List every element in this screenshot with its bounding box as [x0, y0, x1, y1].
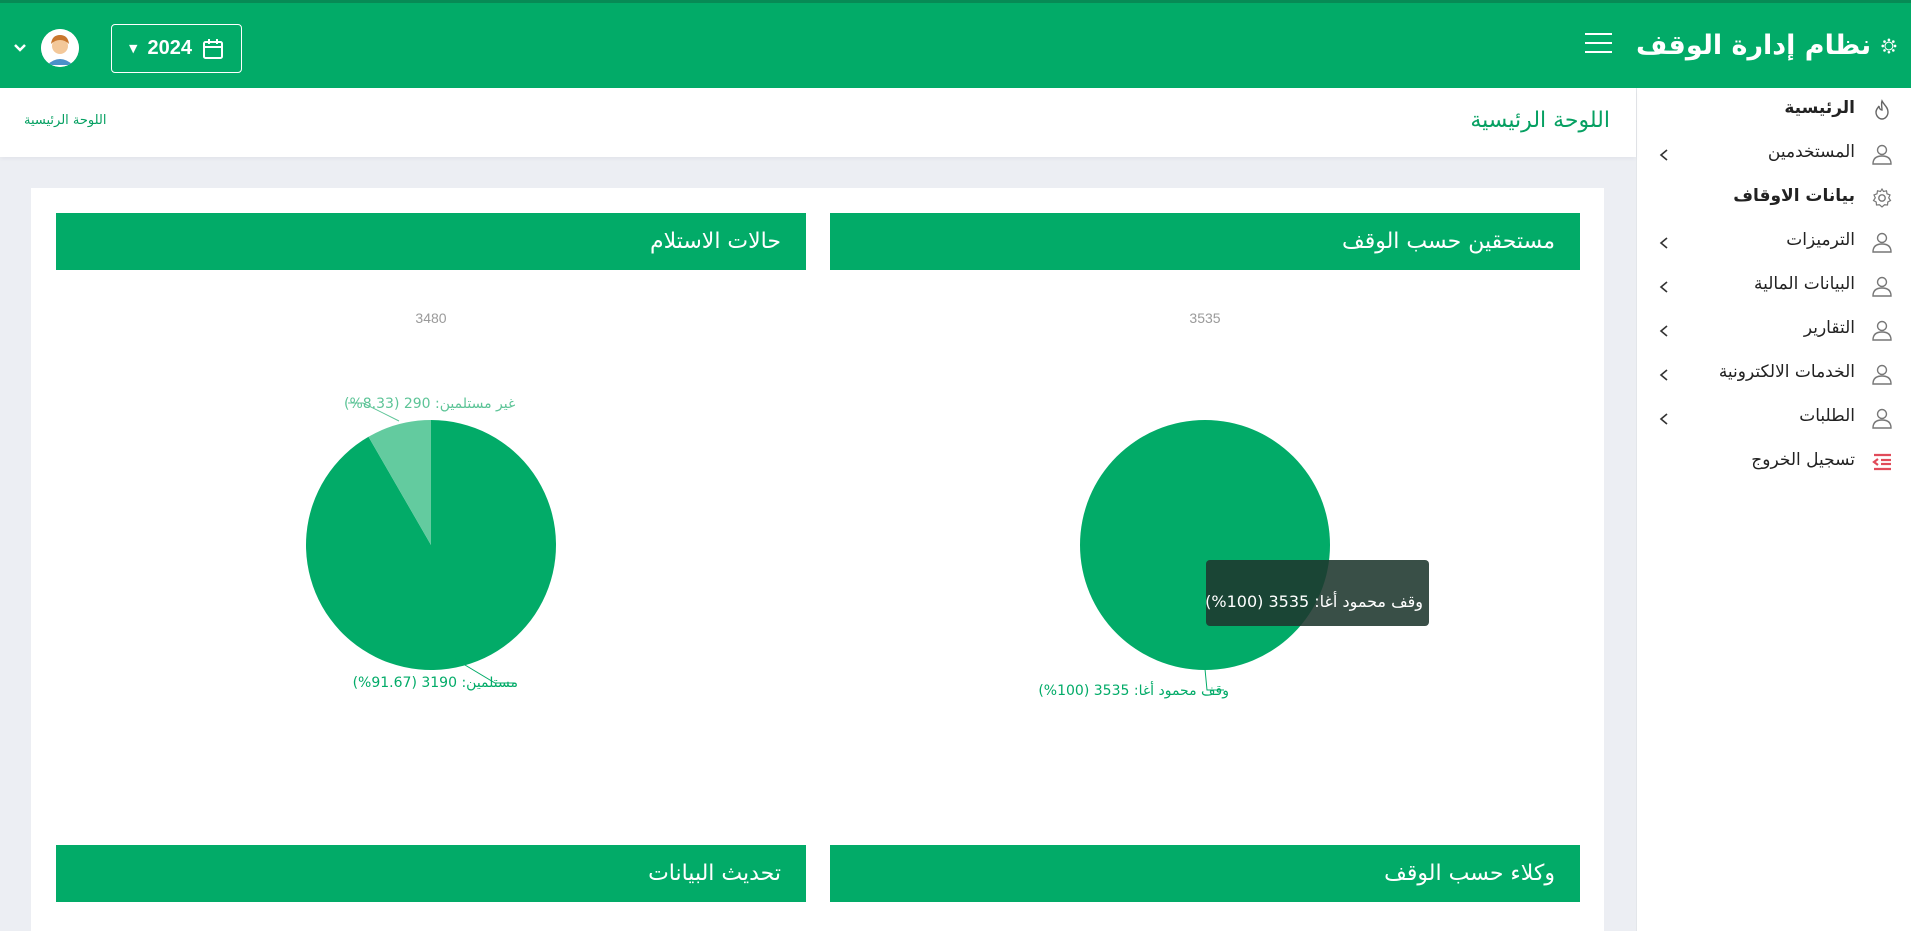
- year-selector[interactable]: ▼ 2024: [111, 24, 242, 73]
- user-icon: [1872, 408, 1892, 429]
- user-icon: [1872, 232, 1892, 253]
- receipt-status-pie-chart[interactable]: 3480 مستلمين: 3190 (91.67%) غير مستلمين:…: [56, 290, 806, 750]
- page-title: اللوحة الرئيسية: [1470, 108, 1610, 133]
- year-value: 2024: [147, 37, 192, 59]
- beneficiaries-pie-chart[interactable]: 3535 وقف محمود أغا: 3535 (100%): [830, 290, 1580, 750]
- top-bar: نظام إدارة الوقف ▼ 2024: [0, 0, 1911, 88]
- chevron-left-icon: [1659, 237, 1668, 249]
- chevron-left-icon: [1659, 149, 1668, 161]
- page-header: اللوحة الرئيسية اللوحة الرئيسية: [0, 88, 1636, 157]
- gear-icon: [1872, 187, 1892, 208]
- chart-total: 3480: [415, 310, 446, 326]
- sidebar-item-label: تسجيل الخروج: [1751, 450, 1855, 470]
- pie-slice-1[interactable]: [1080, 420, 1330, 670]
- logout-icon: [1872, 453, 1891, 471]
- fire-icon: [1875, 99, 1889, 120]
- panel-title: مستحقين حسب الوقف: [1341, 229, 1555, 254]
- user-icon: [1872, 276, 1892, 297]
- chart-tooltip: وقف محمود أغا: 3535 (100%): [1205, 560, 1429, 626]
- user-icon: [1872, 144, 1892, 165]
- avatar[interactable]: [41, 29, 79, 67]
- sidebar: الرئيسية المستخدمين بيانات الاوقاف الترم…: [1636, 88, 1911, 931]
- user-menu[interactable]: [13, 29, 79, 67]
- chevron-left-icon: [1659, 281, 1668, 293]
- slice-label: غير مستلمين: 290 (8.33%): [344, 396, 515, 412]
- chevron-left-icon: [1659, 413, 1668, 425]
- panel-title: تحديث البيانات: [648, 861, 781, 886]
- sidebar-item-label: الطلبات: [1799, 406, 1855, 426]
- sidebar-item-e-services[interactable]: الخدمات الالكترونية: [1636, 352, 1911, 396]
- tooltip-text: وقف محمود أغا: 3535 (100%): [1205, 592, 1423, 611]
- sidebar-item-logout[interactable]: تسجيل الخروج: [1636, 440, 1911, 484]
- sidebar-item-waqf-data[interactable]: بيانات الاوقاف: [1636, 176, 1911, 220]
- sidebar-item-home[interactable]: الرئيسية: [1636, 88, 1911, 132]
- breadcrumb[interactable]: اللوحة الرئيسية: [24, 113, 107, 128]
- caret-down-icon: ▼: [129, 42, 138, 55]
- app-title: نظام إدارة الوقف: [1636, 30, 1872, 61]
- sidebar-item-codes[interactable]: الترميزات: [1636, 220, 1911, 264]
- sidebar-item-label: بيانات الاوقاف: [1733, 186, 1855, 206]
- sidebar-item-users[interactable]: المستخدمين: [1636, 132, 1911, 176]
- panel-title: وكلاء حسب الوقف: [1384, 861, 1555, 886]
- user-icon: [1872, 320, 1892, 341]
- panel-header-receipt: حالات الاستلام: [56, 213, 806, 270]
- sidebar-item-label: المستخدمين: [1767, 142, 1855, 162]
- slice-label: مستلمين: 3190 (91.67%): [353, 675, 518, 691]
- calendar-icon: [202, 38, 223, 59]
- logo-icon: [1881, 38, 1897, 53]
- sidebar-item-requests[interactable]: الطلبات: [1636, 396, 1911, 440]
- panel-title: حالات الاستلام: [649, 229, 781, 254]
- panel-header-data-update: تحديث البيانات: [56, 845, 806, 902]
- panel-header-beneficiaries: مستحقين حسب الوقف: [830, 213, 1580, 270]
- user-icon: [1872, 364, 1892, 385]
- sidebar-item-reports[interactable]: التقارير: [1636, 308, 1911, 352]
- chevron-left-icon: [1659, 325, 1668, 337]
- sidebar-item-label: البيانات المالية: [1754, 274, 1855, 294]
- sidebar-item-financial-data[interactable]: البيانات المالية: [1636, 264, 1911, 308]
- chevron-down-icon[interactable]: [13, 43, 27, 53]
- brand[interactable]: نظام إدارة الوقف: [1636, 3, 1911, 88]
- sidebar-item-label: الترميزات: [1786, 230, 1855, 250]
- chevron-left-icon: [1659, 369, 1668, 381]
- slice-label: وقف محمود أغا: 3535 (100%): [1038, 681, 1229, 699]
- chart-total: 3535: [1189, 310, 1220, 326]
- sidebar-item-label: التقارير: [1803, 318, 1855, 338]
- menu-toggle-icon[interactable]: [1585, 33, 1612, 55]
- sidebar-item-label: الخدمات الالكترونية: [1718, 362, 1855, 382]
- sidebar-item-label: الرئيسية: [1784, 98, 1855, 118]
- panel-header-agents: وكلاء حسب الوقف: [830, 845, 1580, 902]
